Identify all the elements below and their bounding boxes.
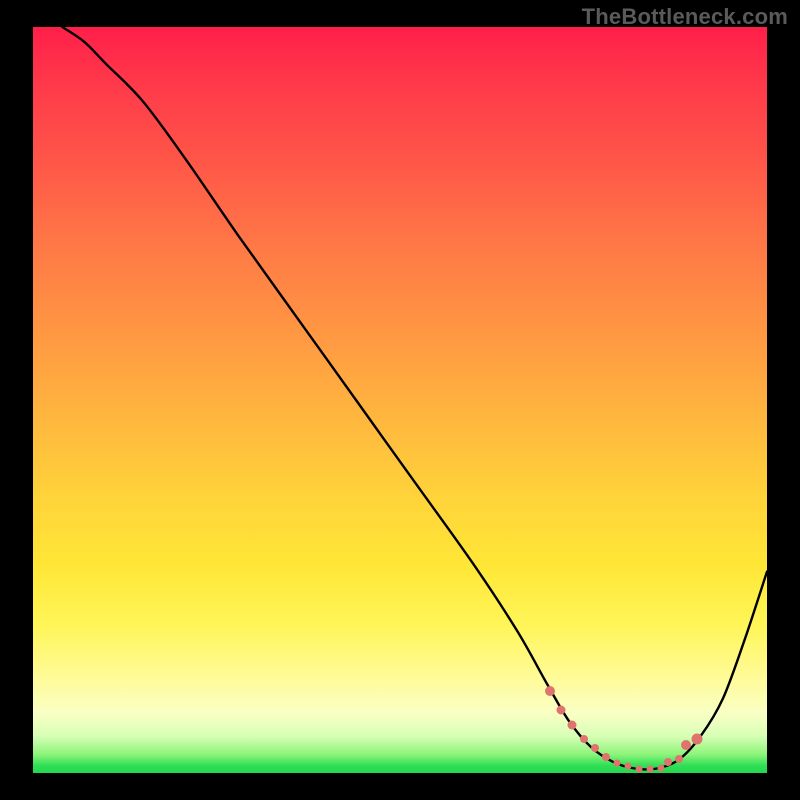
minimum-marker-dot [675, 755, 683, 763]
minimum-marker-dot [624, 763, 631, 770]
minimum-marker-dot [545, 686, 555, 696]
minimum-marker-dot [568, 720, 577, 729]
minimum-marker-dot [635, 765, 642, 772]
watermark-text: TheBottleneck.com [582, 4, 788, 30]
minimum-marker-dot [681, 740, 691, 750]
minimum-marker-dot [591, 744, 599, 752]
minimum-marker-dot [692, 733, 703, 744]
minimum-marker-dot [646, 765, 653, 772]
minimum-marker-dot [557, 705, 566, 714]
plot-area [33, 27, 767, 773]
chart-frame: TheBottleneck.com [0, 0, 800, 800]
minimum-marker-dot [657, 764, 664, 771]
minimum-marker-dot [613, 759, 620, 766]
minimum-markers-layer [33, 27, 767, 773]
minimum-marker-dot [602, 753, 610, 761]
minimum-marker-dot [580, 735, 588, 743]
minimum-marker-dot [664, 758, 672, 766]
